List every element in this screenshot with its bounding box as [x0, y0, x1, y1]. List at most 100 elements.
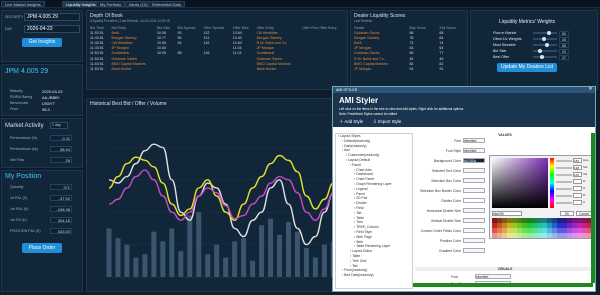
property-field[interactable]: inherited — [463, 148, 485, 153]
color-swatch[interactable] — [562, 218, 567, 223]
property-field[interactable]: #10283c — [463, 158, 485, 163]
color-swatch[interactable] — [507, 233, 512, 238]
color-swatch[interactable] — [582, 228, 587, 233]
volume-bar[interactable] — [205, 254, 211, 277]
color-swatch[interactable] — [502, 223, 507, 228]
color-swatch[interactable] — [507, 223, 512, 228]
weight-value[interactable]: 58 — [559, 43, 569, 48]
color-swatch[interactable] — [532, 223, 537, 228]
color-swatch[interactable] — [567, 218, 572, 223]
volume-bar[interactable] — [115, 238, 121, 277]
tab-live-market-insights[interactable]: Live Market Insights — [1, 1, 45, 7]
color-swatch[interactable] — [537, 223, 542, 228]
volume-bar[interactable] — [268, 218, 274, 277]
color-swatch[interactable] — [522, 228, 527, 233]
picker-value[interactable] — [573, 193, 582, 198]
color-swatch[interactable] — [547, 233, 552, 238]
import-style-button[interactable]: ⇩ Import Style — [373, 119, 401, 125]
weight-value[interactable]: 65 — [559, 31, 569, 36]
color-swatch[interactable] — [562, 223, 567, 228]
get-insights-button[interactable]: Get Insights — [22, 38, 62, 47]
color-swatch[interactable] — [527, 233, 532, 238]
color-swatch[interactable] — [492, 218, 497, 223]
color-swatch[interactable] — [517, 228, 522, 233]
close-icon[interactable]: ✕ — [588, 87, 593, 92]
property-field[interactable] — [463, 228, 485, 233]
color-swatch[interactable] — [492, 228, 497, 233]
tab-liquidity-insights[interactable]: Liquidity Insights — [62, 1, 100, 7]
weight-value[interactable]: 45 — [559, 37, 569, 42]
color-swatch[interactable] — [502, 228, 507, 233]
color-swatch[interactable] — [582, 233, 587, 238]
color-swatch[interactable] — [527, 223, 532, 228]
volume-bar[interactable] — [294, 231, 300, 277]
color-swatch[interactable] — [492, 233, 497, 238]
weight-slider[interactable] — [533, 56, 557, 58]
color-swatch[interactable] — [517, 233, 522, 238]
color-swatch[interactable] — [572, 228, 577, 233]
volume-bar[interactable] — [151, 231, 157, 277]
volume-bar[interactable] — [124, 244, 130, 277]
color-swatch[interactable] — [512, 218, 517, 223]
color-swatch[interactable] — [577, 233, 582, 238]
color-swatch[interactable] — [582, 218, 587, 223]
add-style-button[interactable]: ＋ Add Style — [339, 119, 363, 125]
color-swatch[interactable] — [532, 233, 537, 238]
color-swatch[interactable] — [497, 228, 502, 233]
color-swatch[interactable] — [497, 233, 502, 238]
style-tree[interactable]: ▪ Layout Styles ▪ Default(readonly) ▪ Dark… — [335, 133, 413, 289]
volume-bar[interactable] — [169, 228, 175, 277]
table-row[interactable]: JP Morgan 91 91 — [352, 66, 467, 71]
volume-bar[interactable] — [196, 212, 202, 277]
picker-value[interactable]: 198 — [573, 165, 582, 170]
color-swatch[interactable] — [567, 223, 572, 228]
color-swatch[interactable] — [532, 228, 537, 233]
picker-value[interactable]: 100 — [573, 172, 582, 177]
property-field[interactable] — [463, 248, 485, 253]
volume-bar[interactable] — [303, 247, 309, 277]
weight-value[interactable]: 29 — [559, 49, 569, 54]
color-swatch[interactable] — [522, 233, 527, 238]
col-offer-firm[interactable]: Offer Firm Offer Entry — [300, 25, 346, 30]
picker-slider[interactable] — [556, 201, 572, 204]
saturation-value-area[interactable] — [492, 158, 548, 208]
volume-bar[interactable] — [160, 241, 166, 277]
color-swatch[interactable] — [502, 218, 507, 223]
volume-bar[interactable] — [178, 251, 184, 277]
picker-cancel-button[interactable]: Cancel — [576, 211, 592, 216]
volume-bar[interactable] — [187, 215, 193, 277]
color-swatch[interactable] — [547, 228, 552, 233]
color-swatch[interactable] — [512, 223, 517, 228]
volume-bar[interactable] — [142, 254, 148, 277]
property-field[interactable] — [463, 238, 485, 243]
color-swatch[interactable] — [557, 218, 562, 223]
color-swatch[interactable] — [542, 233, 547, 238]
color-swatch[interactable] — [557, 233, 562, 238]
volume-bar[interactable] — [259, 225, 265, 277]
tree-node[interactable]: ▪ Bed Dark(readonly) — [336, 273, 412, 278]
color-swatch[interactable] — [547, 223, 552, 228]
color-swatch[interactable] — [552, 223, 557, 228]
color-swatches[interactable] — [492, 218, 592, 238]
slider-thumb[interactable] — [544, 42, 549, 47]
color-swatch[interactable] — [527, 218, 532, 223]
color-swatch[interactable] — [532, 218, 537, 223]
color-swatch[interactable] — [562, 228, 567, 233]
property-field[interactable] — [463, 218, 485, 223]
picker-slider[interactable] — [556, 173, 572, 176]
volume-bar[interactable] — [214, 244, 220, 277]
color-swatch[interactable] — [567, 228, 572, 233]
color-swatch[interactable] — [527, 228, 532, 233]
color-swatch[interactable] — [517, 218, 522, 223]
color-swatch[interactable] — [552, 218, 557, 223]
day-input[interactable]: 2026-04-23 — [24, 25, 80, 33]
color-swatch[interactable] — [502, 233, 507, 238]
color-swatch[interactable] — [522, 223, 527, 228]
picker-slider[interactable] — [556, 159, 572, 162]
range-select[interactable]: 1 day — [50, 122, 68, 129]
picker-value[interactable] — [573, 200, 582, 205]
volume-bar[interactable] — [312, 257, 318, 277]
tab-referential-data[interactable]: Referential Data — [148, 1, 185, 7]
picker-slider[interactable] — [556, 180, 572, 183]
color-swatch[interactable] — [557, 223, 562, 228]
